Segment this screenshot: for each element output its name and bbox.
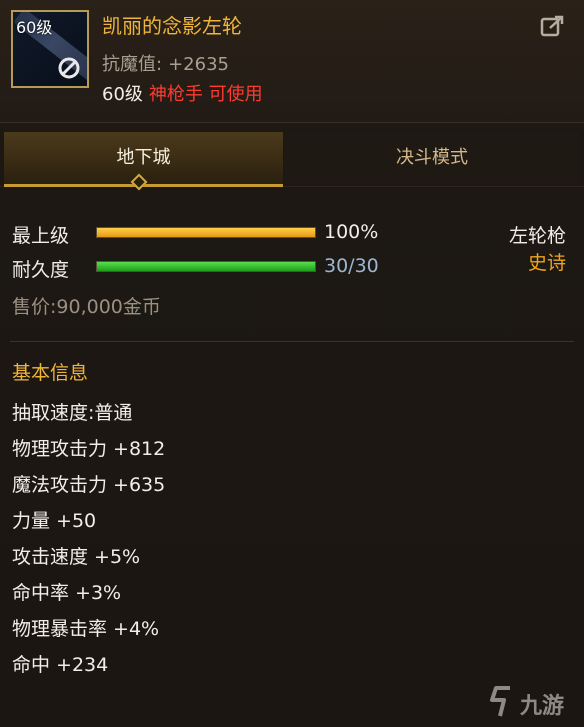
weapon-type: 左轮枪 [508,225,566,247]
durability-value: 30/30 [324,255,379,277]
required-level: 60级 [102,84,143,105]
attribute-line: 物理暴击率 +4% [12,618,160,640]
rarity-label: 史诗 [527,252,566,274]
stat-value: +2635 [168,54,229,75]
durability-bar [96,261,316,272]
requirement: 60级 神枪手 可使用 [102,80,263,106]
item-stat: 抗魔值: +2635 [102,50,235,76]
item-header: 60级 凯丽的念影左轮 抗魔值: +2635 60级 神枪手 可使用 [0,0,584,123]
upgrade-label: 最上级 [12,225,70,247]
attribute-line: 魔法攻击力 +635 [12,474,166,496]
attribute-line: 物理攻击力 +812 [12,438,166,460]
upgrade-value: 100% [324,221,379,243]
stat-label: 抗魔值: [102,54,163,75]
attribute-line: 命中率 +3% [12,582,122,604]
upgrade-bar-fill [97,228,315,237]
required-class: 神枪手 可使用 [148,84,263,105]
tab-pvp[interactable]: 决斗模式 [284,132,580,184]
basic-info-title: 基本信息 [12,362,89,384]
site-watermark: 九游 [488,680,584,726]
item-level-badge: 60级 [16,18,53,37]
durability-bar-fill [97,262,315,271]
attribute-line: 力量 +50 [12,510,97,532]
item-tooltip-panel: 60级 凯丽的念影左轮 抗魔值: +2635 60级 神枪手 可使用 地下城 决斗模… [0,0,584,727]
attribute-line: 抽取速度:普通 [12,402,133,424]
watermark-logo-icon [490,686,510,717]
attribute-line: 命中 +234 [12,654,109,676]
no-entry-icon [58,57,80,79]
watermark-text: 九游 [520,694,565,719]
section-divider [10,341,574,342]
attribute-line: 攻击速度 +5% [12,546,141,568]
upgrade-bar [96,227,316,238]
share-icon[interactable] [540,14,566,38]
sell-price: 售价:90,000金币 [12,296,161,318]
item-icon[interactable]: 60级 [11,10,89,88]
mode-tabs: 地下城 决斗模式 [0,132,584,187]
item-name: 凯丽的念影左轮 [102,14,242,38]
durability-label: 耐久度 [12,259,70,281]
